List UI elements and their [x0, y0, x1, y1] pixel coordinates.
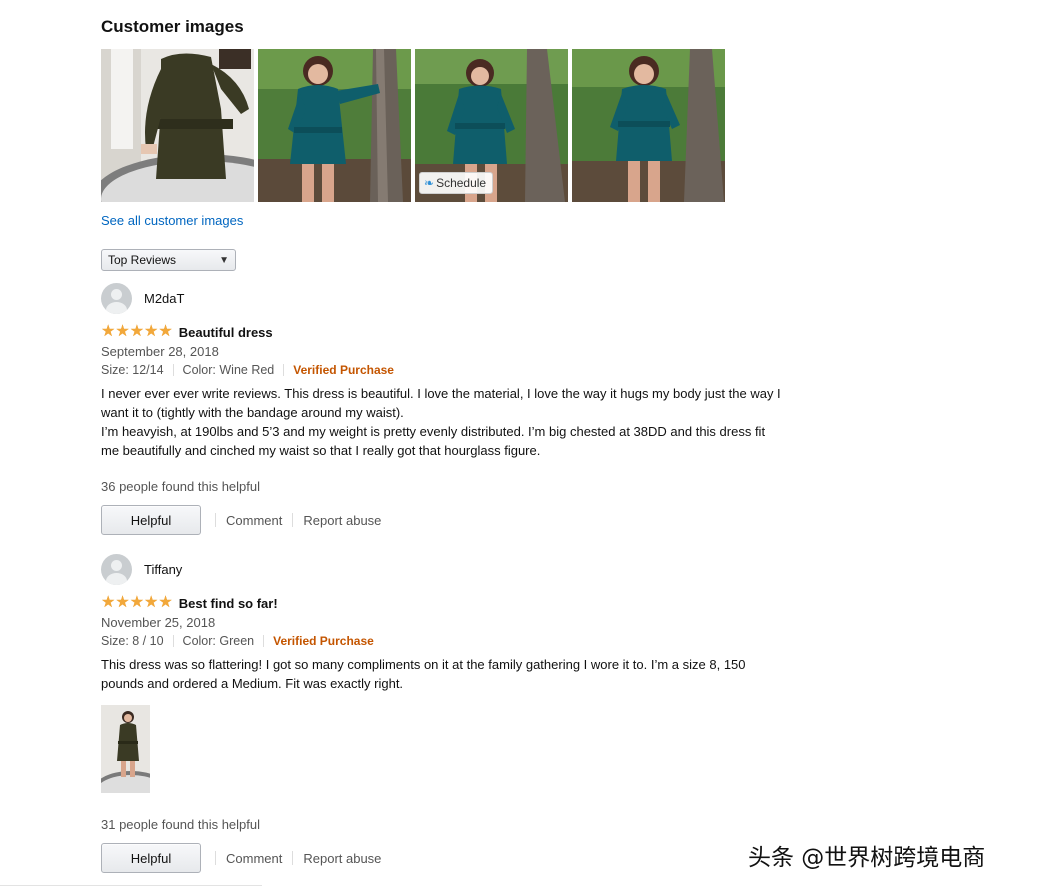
review-card: Tiffany ★ ★ ★ ★ ★ Best find so far! Nove… [101, 553, 781, 873]
star-icon: ★ [144, 323, 159, 340]
divider [292, 513, 294, 527]
review-date: September 28, 2018 [101, 344, 219, 359]
helpful-vote-count: 31 people found this helpful [101, 817, 261, 832]
divider [263, 635, 265, 647]
review-sort-select[interactable]: Top Reviews ▼ [101, 249, 236, 271]
review-format-strip: Size: 12/14 Color: Wine Red Verified Pur… [101, 363, 781, 377]
divider [172, 635, 174, 647]
review-actions: Helpful Comment Report abuse [101, 505, 781, 535]
divider [215, 851, 216, 865]
review-title-row: ★ ★ ★ ★ ★ Beautiful dress [101, 323, 781, 341]
review-actions: Helpful Comment Report abuse [101, 843, 781, 873]
watermark-text: 头条 @世界树跨境电商 [748, 845, 986, 871]
schedule-bird-icon: ❧ [424, 176, 435, 190]
review-title-link[interactable]: Best find so far! [179, 596, 278, 611]
mirror-selfie-olive-dress-image [101, 705, 150, 793]
divider [0, 885, 262, 886]
customer-image-1[interactable] [101, 49, 254, 202]
report-abuse-link[interactable]: Report abuse [303, 513, 381, 528]
review-attached-image[interactable] [101, 705, 150, 793]
review-body: This dress was so flattering! I got so m… [101, 655, 781, 693]
star-icon: ★ [144, 594, 159, 611]
helpful-button[interactable]: Helpful [101, 843, 201, 873]
review-size[interactable]: Size: 8 / 10 [101, 634, 164, 648]
review-format-strip: Size: 8 / 10 Color: Green Verified Purch… [101, 634, 781, 648]
default-avatar-icon [101, 553, 132, 585]
schedule-label: Schedule [436, 176, 487, 190]
verified-purchase-badge[interactable]: Verified Purchase [273, 634, 374, 648]
mirror-selfie-olive-dress-image [101, 49, 254, 202]
reviewer-name: M2daT [144, 290, 185, 306]
customer-images-strip: ❧ Schedule [101, 49, 725, 202]
star-icon: ★ [101, 594, 116, 611]
star-rating[interactable]: ★ ★ ★ ★ ★ [101, 324, 173, 340]
star-icon: ★ [101, 323, 116, 340]
review-color[interactable]: Color: Green [183, 634, 255, 648]
reviewer-profile[interactable]: M2daT [101, 282, 781, 314]
customer-images-title: Customer images [101, 17, 244, 36]
divider [292, 851, 294, 865]
review-date: November 25, 2018 [101, 615, 216, 630]
helpful-vote-count: 36 people found this helpful [101, 479, 261, 494]
report-abuse-link[interactable]: Report abuse [303, 851, 381, 866]
star-icon: ★ [115, 594, 130, 611]
review-color[interactable]: Color: Wine Red [183, 363, 275, 377]
star-icon: ★ [158, 594, 173, 611]
review-title-row: ★ ★ ★ ★ ★ Best find so far! [101, 594, 781, 612]
teal-dress-outdoor-image [572, 49, 725, 202]
review-body: I never ever ever write reviews. This dr… [101, 384, 781, 460]
chevron-down-icon: ▼ [219, 254, 229, 266]
review-size[interactable]: Size: 12/14 [101, 363, 164, 377]
customer-image-2[interactable] [258, 49, 411, 202]
verified-purchase-badge[interactable]: Verified Purchase [293, 363, 394, 377]
divider [215, 513, 216, 527]
customer-image-3[interactable]: ❧ Schedule [415, 49, 568, 202]
review-sort-selected-value: Top Reviews [108, 253, 177, 267]
review-body-paragraph: This dress was so flattering! I got so m… [101, 657, 746, 691]
review-body-paragraph: I’m heavyish, at 190lbs and 5’3 and my w… [101, 424, 766, 458]
review-card: M2daT ★ ★ ★ ★ ★ Beautiful dress Septembe… [101, 282, 781, 535]
reviewer-profile[interactable]: Tiffany [101, 553, 781, 585]
schedule-button[interactable]: ❧ Schedule [419, 172, 494, 194]
divider [283, 364, 285, 376]
review-title-link[interactable]: Beautiful dress [179, 325, 273, 340]
review-body-paragraph: I never ever ever write reviews. This dr… [101, 386, 781, 420]
teal-dress-outdoor-image [258, 49, 411, 202]
star-icon: ★ [129, 594, 145, 611]
comment-link[interactable]: Comment [226, 851, 282, 866]
star-rating[interactable]: ★ ★ ★ ★ ★ [101, 595, 173, 611]
star-icon: ★ [129, 323, 145, 340]
divider [172, 364, 174, 376]
see-all-customer-images-link[interactable]: See all customer images [101, 213, 243, 228]
customer-image-4[interactable] [572, 49, 725, 202]
star-icon: ★ [115, 323, 130, 340]
comment-link[interactable]: Comment [226, 513, 282, 528]
reviewer-name: Tiffany [144, 561, 183, 577]
default-avatar-icon [101, 282, 132, 314]
helpful-button[interactable]: Helpful [101, 505, 201, 535]
star-icon: ★ [158, 323, 173, 340]
